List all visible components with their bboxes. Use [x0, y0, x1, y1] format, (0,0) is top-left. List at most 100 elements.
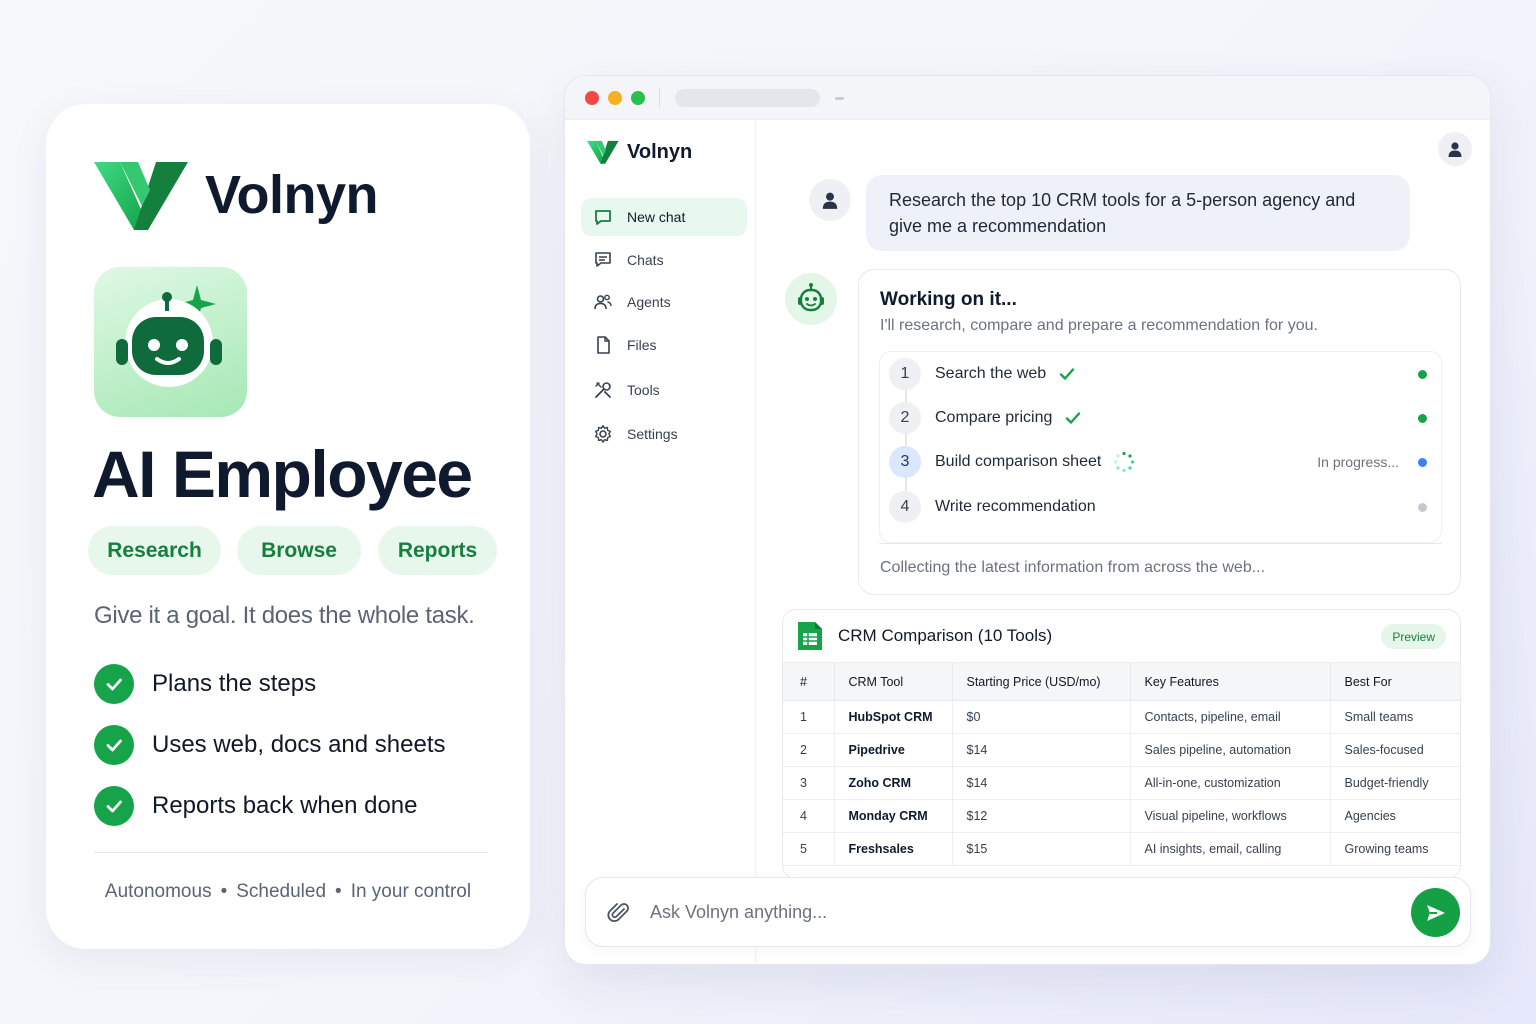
table-row: 4 Monday CRM $12 Visual pipeline, workfl…	[783, 799, 1460, 833]
sidebar-brand-name: Volnyn	[627, 140, 693, 163]
titlebar-separator	[659, 88, 660, 108]
bot-tile	[94, 267, 247, 417]
title-bar	[565, 76, 1490, 120]
spinner-icon	[1113, 451, 1135, 473]
table-cell: Sales-focused	[1330, 733, 1460, 767]
table-row: 3 Zoho CRM $14 All-in-one, customization…	[783, 766, 1460, 800]
tagline: Give it a goal. It does the whole task.	[94, 602, 475, 629]
sidebar-item-new-chat[interactable]: New chat	[581, 198, 747, 236]
close-window-button[interactable]	[585, 91, 599, 105]
checkmark-icon	[1058, 365, 1076, 383]
feature-text: Plans the steps	[152, 670, 317, 697]
sidebar-item-label: Tools	[627, 382, 660, 398]
column-header: Key Features	[1130, 662, 1331, 701]
v-logo-icon	[94, 162, 188, 230]
table-cell: Agencies	[1330, 799, 1460, 833]
v-logo-icon	[587, 140, 619, 164]
send-button[interactable]	[1411, 888, 1460, 937]
tools-icon	[592, 379, 614, 401]
table-cell: Pipedrive	[834, 733, 953, 767]
table-cell: $12	[952, 799, 1131, 833]
address-bar-dash	[835, 97, 844, 100]
chat-input[interactable]	[650, 896, 1390, 928]
table-cell: 3	[783, 766, 835, 800]
step-number: 2	[889, 402, 921, 434]
status-dot-pending	[1418, 502, 1427, 512]
account-avatar[interactable]	[1438, 132, 1472, 166]
crm-table-card: CRM Comparison (10 Tools) Preview # CRM …	[782, 609, 1461, 879]
table-cell: 5	[783, 832, 835, 866]
footer-item: Autonomous	[104, 881, 212, 902]
table-cell: $14	[952, 733, 1131, 767]
feature-text: Reports back when done	[152, 792, 418, 819]
headline: AI Employee	[92, 437, 473, 511]
promo-brand: Volnyn	[94, 160, 379, 230]
message-composer	[585, 877, 1471, 947]
chats-icon	[592, 249, 614, 271]
table-header-row: # CRM Tool Starting Price (USD/mo) Key F…	[783, 662, 1460, 701]
chat-bubble-icon	[592, 206, 614, 228]
table-cell: Contacts, pipeline, email	[1130, 700, 1331, 734]
sidebar: Volnyn New chat Chats Agents Files Tools…	[565, 120, 756, 964]
step-item: 3 Build comparison sheet In progress...	[889, 445, 1429, 479]
step-item: 2 Compare pricing	[889, 401, 1429, 435]
step-number: 4	[889, 491, 921, 523]
status-dot-done	[1418, 413, 1427, 423]
table-cell: Sales pipeline, automation	[1130, 733, 1331, 767]
crm-table: # CRM Tool Starting Price (USD/mo) Key F…	[783, 662, 1460, 866]
working-footer: Collecting the latest information from a…	[880, 559, 1266, 576]
column-header: Best For	[1330, 662, 1460, 701]
pill-reports: Reports	[378, 526, 497, 575]
agents-icon	[592, 291, 614, 313]
step-number: 1	[889, 358, 921, 390]
user-icon	[1448, 142, 1462, 157]
minimize-window-button[interactable]	[608, 91, 622, 105]
table-title: CRM Comparison (10 Tools)	[838, 626, 1053, 645]
table-cell: $15	[952, 832, 1131, 866]
status-dot-done	[1418, 369, 1427, 379]
promo-brand-name: Volnyn	[205, 165, 379, 225]
sidebar-item-tools[interactable]: Tools	[581, 371, 747, 409]
checkmark-icon	[1064, 409, 1082, 427]
working-card: Working on it... I'll research, compare …	[858, 269, 1461, 595]
sidebar-item-agents[interactable]: Agents	[581, 283, 747, 321]
robot-sparkle-icon	[116, 285, 222, 387]
footer-item: Scheduled	[236, 881, 327, 902]
user-avatar	[809, 179, 851, 221]
spreadsheet-icon	[796, 620, 824, 657]
steps-list: 1 Search the web 2 Compare pricing 3 Bui…	[879, 351, 1442, 543]
check-circle-icon	[94, 664, 134, 704]
paperclip-icon[interactable]	[606, 900, 632, 931]
table-cell: 2	[783, 733, 835, 767]
robot-icon	[798, 283, 824, 312]
user-message: Research the top 10 CRM tools for a 5-pe…	[866, 175, 1410, 251]
table-cell: Freshsales	[834, 832, 953, 866]
app-window: Volnyn New chat Chats Agents Files Tools…	[564, 75, 1491, 965]
step-status: In progress...	[1317, 454, 1399, 470]
sidebar-item-label: New chat	[627, 209, 686, 225]
table-cell: Monday CRM	[834, 799, 953, 833]
table-cell: $14	[952, 766, 1131, 800]
chat-main: Research the top 10 CRM tools for a 5-pe…	[756, 120, 1490, 964]
sidebar-item-label: Files	[627, 337, 657, 353]
maximize-window-button[interactable]	[631, 91, 645, 105]
step-label: Search the web	[935, 365, 1047, 382]
table-row: 2 Pipedrive $14 Sales pipeline, automati…	[783, 733, 1460, 767]
sidebar-item-label: Agents	[627, 294, 671, 310]
sidebar-item-settings[interactable]: Settings	[581, 415, 747, 453]
sidebar-item-files[interactable]: Files	[581, 326, 747, 364]
promo-card: Volnyn AI Employee Research Browse Repor…	[46, 104, 530, 949]
file-icon	[592, 334, 614, 356]
send-icon	[1426, 904, 1445, 921]
sidebar-item-label: Chats	[627, 252, 664, 268]
address-bar[interactable]	[675, 89, 820, 107]
sidebar-brand: Volnyn	[587, 140, 692, 164]
preview-button[interactable]: Preview	[1381, 624, 1446, 649]
column-header: CRM Tool	[834, 662, 953, 701]
sidebar-item-chats[interactable]: Chats	[581, 241, 747, 279]
table-cell: 1	[783, 700, 835, 734]
column-header: Starting Price (USD/mo)	[952, 662, 1131, 701]
step-number: 3	[889, 446, 921, 478]
table-cell: Zoho CRM	[834, 766, 953, 800]
check-circle-icon	[94, 725, 134, 765]
